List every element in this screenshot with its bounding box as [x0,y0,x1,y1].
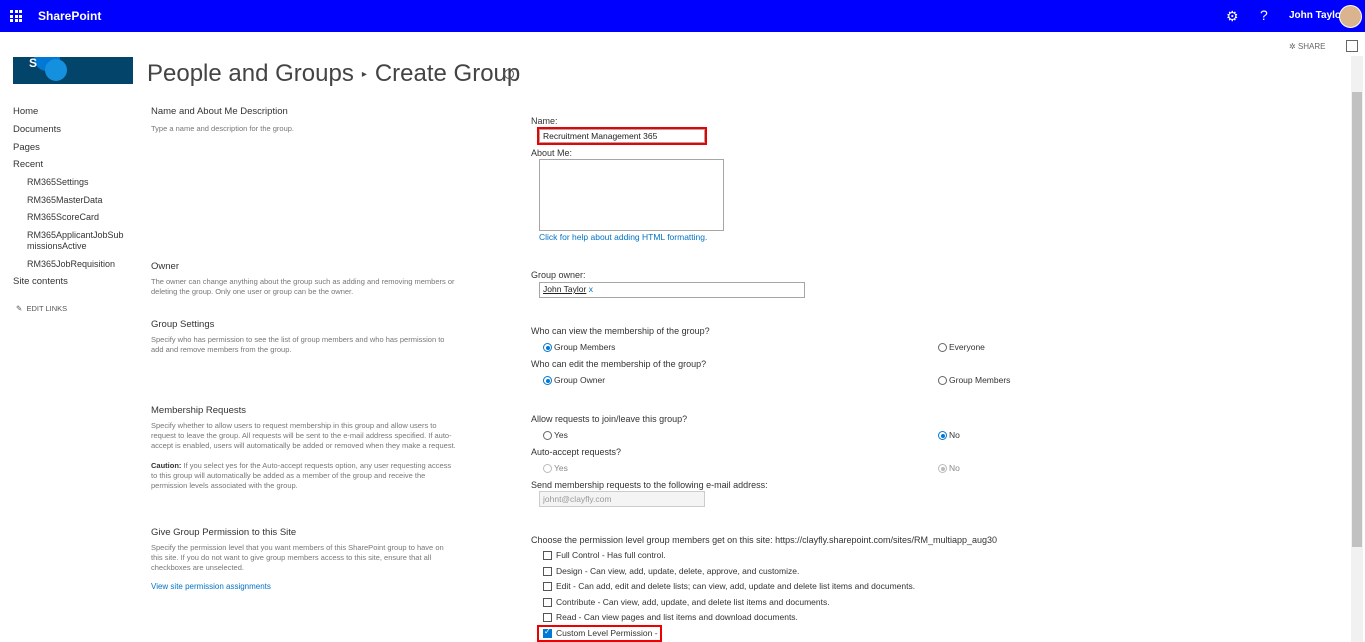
section-desc-permission-2: this site. If you do not want to give gr… [151,553,432,562]
read-label[interactable]: Read - Can view pages and list items and… [556,612,798,622]
site-logo[interactable]: S [13,57,133,84]
view-everyone-label[interactable]: Everyone [949,342,985,352]
full-control-label[interactable]: Full Control - Has full control. [556,550,666,560]
allow-requests-yes-radio[interactable] [543,431,552,440]
auto-accept-question: Auto-accept requests? [531,447,622,457]
edit-membership-question: Who can edit the membership of the group… [531,359,707,369]
group-owner-label: Group owner: [531,270,586,280]
focus-mode-icon[interactable] [1346,40,1358,52]
edit-group-owner-radio[interactable] [543,376,552,385]
view-group-members-radio[interactable] [543,343,552,352]
caution-text-3: permission levels associated with the gr… [151,481,298,490]
page-title: People and Groups ▸ Create Group [147,60,520,88]
edit-links-label: EDIT LINKS [26,304,68,313]
section-desc-membership-3: accept is enabled, users will automatica… [151,441,456,450]
view-permission-assignments-link[interactable]: View site permission assignments [151,582,271,591]
section-desc-permission-3: checkboxes are unselected. [151,563,244,572]
user-name[interactable]: John Taylor [1289,10,1345,21]
name-label: Name: [531,116,558,126]
highlight-box [537,127,707,145]
allow-requests-no-radio[interactable] [938,431,947,440]
caution-text-2: to this group will automatically be adde… [151,471,426,480]
view-membership-question: Who can view the membership of the group… [531,326,710,336]
section-heading-name: Name and About Me Description [151,106,288,117]
owner-token[interactable]: John Taylor [543,284,586,294]
email-label: Send membership requests to the followin… [531,480,768,490]
auto-accept-yes-label[interactable]: Yes [554,463,568,473]
section-desc-owner: The owner can change anything about the … [151,277,455,286]
caution-text: Caution: If you select yes for the Auto-… [151,461,471,472]
read-checkbox[interactable] [543,613,552,622]
breadcrumb-parent[interactable]: People and Groups [147,60,354,87]
settings-gear-icon[interactable]: ⚙ [1226,8,1239,25]
email-input[interactable]: johnt@clayfly.com [539,491,705,507]
design-checkbox[interactable] [543,567,552,576]
edit-label[interactable]: Edit - Can add, edit and delete lists; c… [556,581,915,591]
nav-recent-item[interactable]: RM365ScoreCard [27,212,99,222]
nav-item-home[interactable]: Home [13,106,38,117]
section-heading-membership: Membership Requests [151,405,247,416]
contribute-checkbox[interactable] [543,598,552,607]
nav-recent-item[interactable]: RM365Settings [27,177,89,187]
suite-bar: SharePoint ⚙ ? John Taylor [0,0,1365,32]
full-control-checkbox[interactable] [543,551,552,560]
pencil-icon: ✎ [16,304,23,313]
breadcrumb-separator-icon: ▸ [361,69,367,81]
section-heading-owner: Owner [151,261,179,272]
app-name[interactable]: SharePoint [38,9,101,23]
section-desc-owner-2: deleting the group. Only one user or gro… [151,287,354,296]
edit-checkbox[interactable] [543,582,552,591]
share-icon: ✲ [1289,42,1296,51]
section-desc-membership-2: request to leave the group. All requests… [151,431,452,440]
nav-recent-item[interactable]: RM365ApplicantJobSub [27,230,124,240]
section-desc-settings-2: add and remove members from the group. [151,345,292,354]
edit-group-members-radio[interactable] [938,376,947,385]
choose-permission-label: Choose the permission level group member… [531,535,998,545]
help-icon[interactable]: ? [1260,7,1268,23]
nav-item-site-contents[interactable]: Site contents [13,276,68,287]
section-desc-membership: Specify whether to allow users to reques… [151,421,437,430]
avatar[interactable] [1339,5,1362,28]
allow-requests-no-label[interactable]: No [949,430,960,440]
nav-recent-item[interactable]: RM365JobRequisition [27,259,115,269]
group-owner-picker[interactable]: John Taylor x [539,282,805,298]
app-launcher-icon[interactable] [10,10,22,22]
view-group-members-label[interactable]: Group Members [554,342,615,352]
nav-recent-item-continued[interactable]: missionsActive [27,241,87,251]
auto-accept-no-radio[interactable] [938,464,947,473]
remove-owner-icon[interactable]: x [589,284,593,294]
section-desc-permission: Specify the permission level that you wa… [151,543,444,552]
section-desc-name: Type a name and description for the grou… [151,124,295,133]
allow-requests-question: Allow requests to join/leave this group? [531,414,688,424]
about-me-label: About Me: [531,148,573,158]
highlight-box [537,625,662,642]
allow-requests-yes-label[interactable]: Yes [554,430,568,440]
caution-line-1: If you select yes for the Auto-accept re… [181,461,452,470]
edit-links-button[interactable]: ✎ EDIT LINKS [16,304,67,313]
nav-item-documents[interactable]: Documents [13,124,61,135]
sharepoint-logo-icon: S [29,57,38,70]
design-label[interactable]: Design - Can view, add, update, delete, … [556,566,799,576]
section-heading-permission: Give Group Permission to this Site [151,527,297,538]
edit-group-owner-label[interactable]: Group Owner [554,375,605,385]
share-button[interactable]: ✲ SHARE [1289,42,1326,51]
nav-item-recent[interactable]: Recent [13,159,43,170]
nav-recent-item[interactable]: RM365MasterData [27,195,103,205]
view-everyone-radio[interactable] [938,343,947,352]
nav-item-pages[interactable]: Pages [13,142,40,153]
scrollbar-thumb[interactable] [1352,92,1362,547]
section-desc-settings: Specify who has permission to see the li… [151,335,445,344]
html-help-link[interactable]: Click for help about adding HTML formatt… [539,232,707,242]
section-heading-settings: Group Settings [151,319,215,330]
caution-label: Caution: [151,461,182,470]
contribute-label[interactable]: Contribute - Can view, add, update, and … [556,597,830,607]
auto-accept-no-label[interactable]: No [949,463,960,473]
share-label: SHARE [1297,42,1326,51]
breadcrumb-current: Create Group [374,60,521,87]
info-icon[interactable]: i [504,69,514,79]
edit-group-members-label[interactable]: Group Members [949,375,1010,385]
about-me-textarea[interactable] [539,159,724,231]
auto-accept-yes-radio[interactable] [543,464,552,473]
